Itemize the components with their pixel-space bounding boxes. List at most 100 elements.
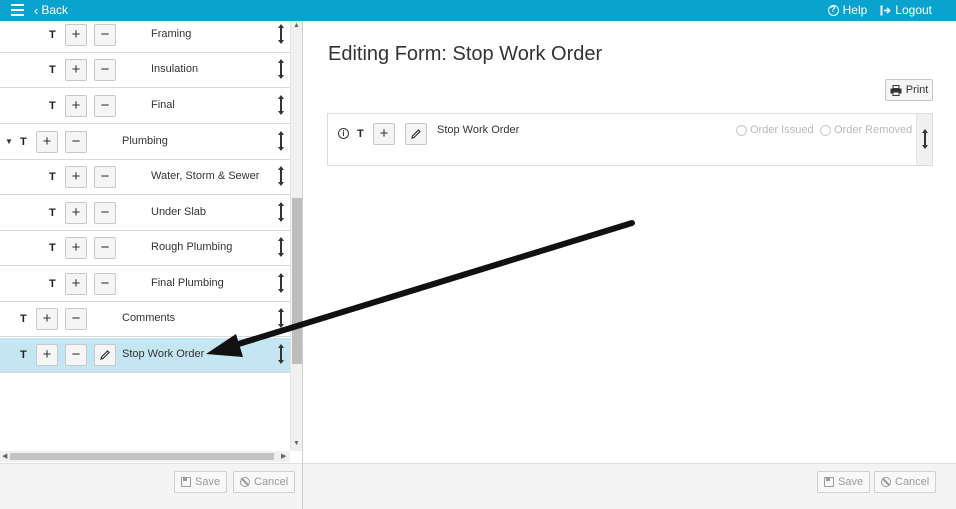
tree-row-water-storm-sewer[interactable]: T + − Water, Storm & Sewer: [0, 160, 290, 195]
text-type-icon: T: [20, 349, 27, 361]
back-label: Back: [41, 3, 69, 17]
reorder-arrows-icon[interactable]: [276, 130, 286, 152]
tree-vertical-scrollbar[interactable]: ▲ ▼: [290, 21, 302, 451]
remove-item-button[interactable]: −: [65, 131, 87, 153]
tree-row-rough-plumbing[interactable]: T + − Rough Plumbing: [0, 231, 290, 266]
add-child-button[interactable]: +: [36, 344, 58, 366]
tree-row-label: Stop Work Order: [122, 348, 205, 360]
pencil-icon: [100, 350, 110, 360]
add-child-button[interactable]: +: [65, 237, 87, 259]
save-label: Save: [195, 476, 221, 488]
tree-row-label: Framing: [151, 28, 192, 40]
text-type-icon: T: [49, 171, 56, 183]
tree-row-label: Comments: [122, 312, 176, 324]
reorder-arrows-icon: [922, 129, 928, 149]
print-button[interactable]: Print: [885, 79, 933, 101]
radio-order-removed[interactable]: Order Removed: [820, 124, 912, 136]
tree-row-label: Plumbing: [122, 135, 168, 147]
add-child-button[interactable]: +: [65, 166, 87, 188]
save-icon: [824, 477, 834, 487]
tree-row-label: Water, Storm & Sewer: [151, 170, 260, 182]
edit-item-button[interactable]: [94, 344, 116, 366]
tree-row-insulation[interactable]: T + − Insulation: [0, 53, 290, 88]
help-icon: ?: [827, 4, 839, 16]
add-child-button[interactable]: +: [36, 131, 58, 153]
tree-footer: Save Cancel: [0, 463, 302, 509]
help-button[interactable]: ? Help: [827, 3, 867, 17]
scroll-right-icon[interactable]: ▶: [281, 452, 286, 460]
tree-row-label: Rough Plumbing: [151, 241, 233, 253]
reorder-arrows-icon[interactable]: [276, 343, 286, 365]
remove-item-button[interactable]: −: [94, 166, 116, 188]
add-child-button[interactable]: +: [36, 308, 58, 330]
reorder-arrows-icon[interactable]: [276, 23, 286, 45]
tree-row-framing[interactable]: T + − Framing: [0, 21, 290, 53]
reorder-arrows-icon[interactable]: [276, 58, 286, 80]
text-type-icon: T: [20, 136, 27, 148]
tree-row-label: Under Slab: [151, 206, 207, 218]
pane-divider[interactable]: [302, 21, 303, 509]
reorder-arrows-icon[interactable]: [276, 165, 286, 187]
reorder-arrows-icon[interactable]: [276, 272, 286, 294]
remove-item-button[interactable]: −: [94, 24, 116, 46]
tree-row-plumbing[interactable]: ▼ T + − Plumbing: [0, 125, 290, 160]
tree-row-stop-work-order[interactable]: T + − Stop Work Order: [0, 338, 290, 373]
tree-row-label: Final Plumbing: [151, 277, 224, 289]
editor-save-button[interactable]: Save: [817, 471, 871, 493]
logout-button[interactable]: Logout: [880, 3, 932, 17]
field-name: Stop Work Order: [437, 124, 520, 136]
text-type-icon: T: [49, 100, 56, 112]
horizontal-scroll-thumb[interactable]: [10, 453, 274, 460]
expand-caret-icon[interactable]: ▼: [5, 137, 13, 146]
add-child-button[interactable]: +: [65, 59, 87, 81]
remove-item-button[interactable]: −: [65, 344, 87, 366]
text-type-icon: T: [49, 242, 56, 254]
scroll-left-icon[interactable]: ◀: [2, 452, 7, 460]
cancel-icon: [881, 477, 891, 487]
top-bar: ‹ Back ? Help Logout: [0, 0, 956, 21]
info-icon[interactable]: i: [338, 128, 349, 139]
add-field-button[interactable]: +: [373, 123, 395, 145]
tree-row-final-plumbing[interactable]: T + − Final Plumbing: [0, 267, 290, 302]
vertical-scroll-thumb[interactable]: [292, 198, 302, 364]
add-child-button[interactable]: +: [65, 95, 87, 117]
add-child-button[interactable]: +: [65, 24, 87, 46]
tree-row-final[interactable]: T + − Final: [0, 89, 290, 124]
reorder-arrows-icon[interactable]: [276, 201, 286, 223]
edit-field-button[interactable]: [405, 123, 427, 145]
save-icon: [181, 477, 191, 487]
chevron-left-icon: ‹: [34, 2, 39, 18]
text-type-icon: T: [49, 29, 56, 41]
tree-row-label: Final: [151, 99, 175, 111]
reorder-arrows-icon[interactable]: [276, 94, 286, 116]
form-tree: T + − Framing T + − Insulation T + − Fin…: [0, 21, 290, 451]
remove-item-button[interactable]: −: [94, 202, 116, 224]
text-type-icon: T: [49, 64, 56, 76]
tree-row-under-slab[interactable]: T + − Under Slab: [0, 196, 290, 231]
scroll-up-icon[interactable]: ▲: [293, 22, 300, 29]
text-type-icon: T: [49, 278, 56, 290]
radio-circle: [736, 124, 747, 136]
hamburger-menu-icon[interactable]: [11, 4, 24, 16]
remove-item-button[interactable]: −: [65, 308, 87, 330]
reorder-arrows-icon[interactable]: [276, 307, 286, 329]
tree-save-button[interactable]: Save: [174, 471, 228, 493]
remove-item-button[interactable]: −: [94, 95, 116, 117]
add-child-button[interactable]: +: [65, 202, 87, 224]
reorder-arrows-icon[interactable]: [276, 236, 286, 258]
tree-row-comments[interactable]: T + − Comments: [0, 302, 290, 337]
scroll-down-icon[interactable]: ▼: [293, 440, 300, 447]
tree-cancel-button[interactable]: Cancel: [233, 471, 296, 493]
field-drag-handle[interactable]: [916, 114, 932, 165]
text-type-icon: T: [49, 207, 56, 219]
add-child-button[interactable]: +: [65, 273, 87, 295]
back-button[interactable]: ‹ Back: [34, 3, 68, 17]
cancel-label: Cancel: [895, 476, 930, 488]
radio-order-issued[interactable]: Order Issued: [736, 124, 814, 136]
remove-item-button[interactable]: −: [94, 59, 116, 81]
editor-cancel-button[interactable]: Cancel: [874, 471, 937, 493]
remove-item-button[interactable]: −: [94, 237, 116, 259]
remove-item-button[interactable]: −: [94, 273, 116, 295]
tree-horizontal-scrollbar[interactable]: ◀ ▶: [0, 451, 290, 462]
print-label: Print: [905, 84, 929, 96]
